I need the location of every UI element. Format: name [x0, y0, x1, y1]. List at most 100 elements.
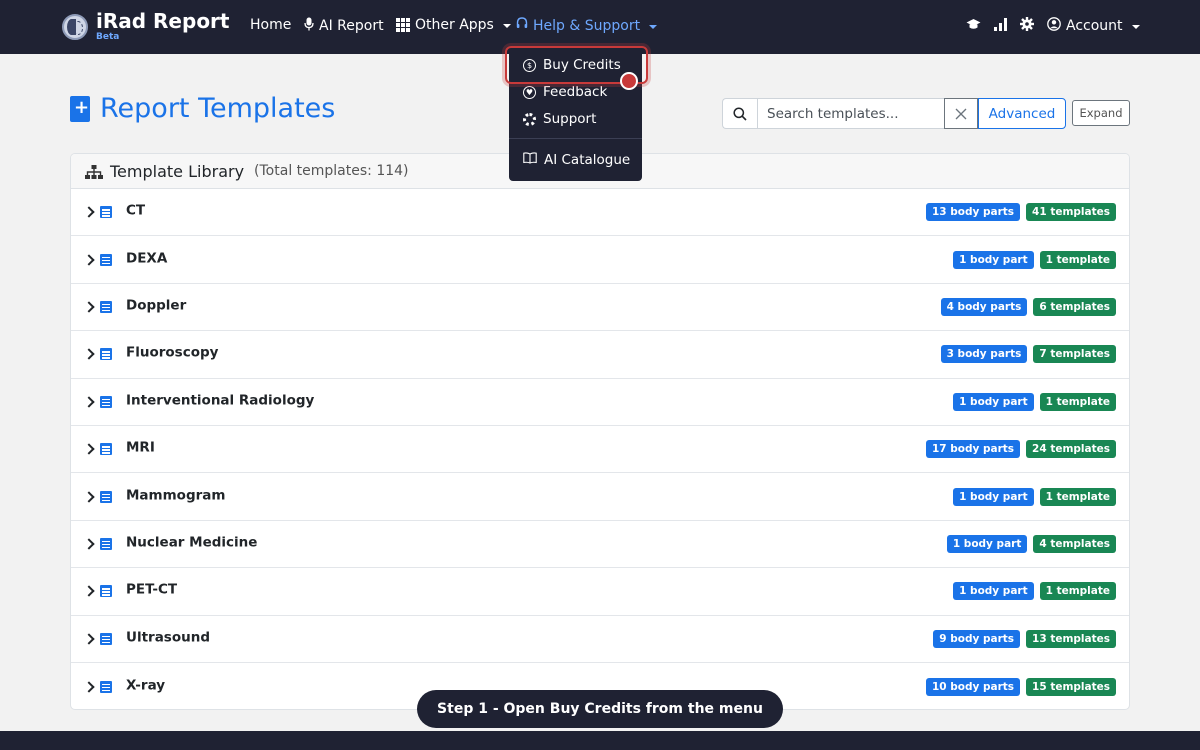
body-parts-badge: 1 body part — [953, 487, 1034, 506]
body-parts-badge: 1 body part — [953, 250, 1034, 269]
table-row[interactable]: Nuclear Medicine 1 body part 4 templates — [71, 521, 1129, 569]
chat-heart-icon: ♥ — [523, 85, 536, 99]
modality-label: Fluoroscopy — [126, 344, 219, 361]
chevron-right-icon[interactable] — [83, 490, 95, 503]
table-row[interactable]: Fluoroscopy 3 body parts 7 templates — [71, 331, 1129, 379]
table-row[interactable]: Mammogram 1 body part 1 template — [71, 473, 1129, 521]
templates-badge: 7 templates — [1033, 345, 1116, 364]
menu-item-support[interactable]: Support — [523, 111, 596, 127]
signal-bars-icon[interactable] — [994, 17, 1007, 35]
modality-icon — [100, 680, 112, 693]
templates-badge: 15 templates — [1026, 677, 1116, 696]
account-menu[interactable]: Account — [1047, 17, 1140, 35]
brain-logo-icon — [62, 14, 88, 40]
templates-badge: 1 template — [1039, 392, 1116, 411]
menu-item-ai-catalogue[interactable]: AI Catalogue — [523, 152, 630, 168]
modality-icon — [100, 395, 112, 408]
modality-label: Nuclear Medicine — [126, 534, 258, 551]
nav-ai-report[interactable]: AI Report — [304, 17, 384, 35]
chevron-right-icon[interactable] — [83, 206, 95, 218]
body-parts-badge: 9 body parts — [933, 629, 1021, 648]
table-row[interactable]: DEXA 1 body part 1 template — [71, 236, 1129, 284]
chevron-down-icon — [502, 24, 511, 28]
modality-label: Mammogram — [126, 486, 226, 503]
table-row[interactable]: PET-CT 1 body part 1 template — [71, 568, 1129, 616]
search-icon — [722, 98, 757, 129]
body-parts-badge: 1 body part — [946, 534, 1028, 553]
modality-label: Doppler — [126, 297, 187, 314]
menu-divider — [509, 138, 642, 139]
grid-icon — [396, 18, 410, 32]
modality-label: Interventional Radiology — [126, 392, 315, 409]
chevron-right-icon[interactable] — [83, 348, 95, 361]
search-input[interactable] — [757, 98, 944, 129]
sitemap-icon — [85, 164, 103, 179]
nav-other-apps-label: Other Apps — [415, 17, 494, 33]
nav-help-support-label: Help & Support — [533, 17, 641, 34]
menu-item-feedback[interactable]: ♥ Feedback — [523, 84, 607, 100]
modality-icon — [100, 490, 112, 503]
menu-item-label: Support — [543, 111, 597, 127]
modality-label: Ultrasound — [126, 629, 211, 646]
tutorial-pointer — [620, 72, 638, 90]
table-row[interactable]: MRI 17 body parts 24 templates — [71, 426, 1129, 474]
modality-icon — [100, 348, 112, 361]
total-templates: (Total templates: 114) — [254, 163, 409, 179]
templates-badge: 41 templates — [1026, 203, 1116, 222]
footer-bar — [0, 731, 1200, 750]
book-icon — [523, 152, 537, 168]
menu-item-label: Feedback — [543, 84, 608, 100]
modality-icon — [100, 632, 112, 645]
modality-label: X-ray — [126, 676, 166, 693]
body-parts-badge: 13 body parts — [925, 203, 1021, 222]
table-row[interactable]: Ultrasound 9 body parts 13 templates — [71, 616, 1129, 663]
chevron-down-icon — [1131, 25, 1140, 29]
brand[interactable]: iRad Report Beta — [62, 9, 229, 42]
chevron-right-icon[interactable] — [83, 538, 95, 550]
table-row[interactable]: Interventional Radiology 1 body part 1 tem… — [71, 379, 1129, 426]
templates-badge: 13 templates — [1026, 629, 1116, 648]
modality-label: CT — [126, 202, 146, 219]
body-parts-badge: 3 body parts — [940, 345, 1028, 364]
templates-badge: 1 template — [1039, 250, 1116, 269]
table-row[interactable]: CT 13 body parts 41 templates — [71, 189, 1129, 237]
user-circle-icon — [1047, 17, 1061, 35]
nav-ai-report-label: AI Report — [319, 18, 384, 34]
headset-icon — [516, 17, 528, 34]
chevron-right-icon[interactable] — [83, 680, 95, 693]
expand-button[interactable]: Expand — [1072, 100, 1130, 126]
chevron-right-icon[interactable] — [83, 443, 95, 455]
search-group: Advanced — [722, 98, 1066, 129]
modality-list: CT 13 body parts 41 templates DEXA 1 body pa… — [71, 189, 1129, 709]
chevron-right-icon[interactable] — [83, 396, 95, 408]
body-parts-badge: 1 body part — [953, 392, 1034, 411]
gear-icon[interactable] — [1020, 17, 1034, 35]
chevron-right-icon[interactable] — [83, 301, 95, 313]
nav-home[interactable]: Home — [250, 17, 291, 33]
modality-icon — [100, 300, 112, 313]
graduation-cap-icon[interactable] — [966, 17, 981, 35]
tutorial-step-banner: Step 1 - Open Buy Credits from the menu — [417, 690, 783, 728]
chevron-right-icon[interactable] — [83, 633, 95, 645]
microphone-icon — [304, 17, 314, 35]
card-title: Template Library — [110, 161, 245, 181]
table-row[interactable]: Doppler 4 body parts 6 templates — [71, 284, 1129, 332]
chevron-right-icon[interactable] — [83, 585, 95, 597]
page-title: Report Templates — [70, 93, 335, 124]
template-library-card: Template Library (Total templates: 114) … — [70, 153, 1130, 710]
nav-other-apps[interactable]: Other Apps — [396, 17, 511, 33]
modality-label: MRI — [126, 439, 155, 456]
modality-label: DEXA — [126, 249, 168, 266]
modality-label: PET-CT — [126, 581, 178, 598]
templates-badge: 1 template — [1039, 487, 1116, 506]
nav-help-support[interactable]: Help & Support — [516, 17, 658, 34]
advanced-search-button[interactable]: Advanced — [978, 98, 1066, 129]
modality-icon — [100, 253, 112, 266]
account-label: Account — [1066, 18, 1123, 34]
lifebuoy-icon — [523, 112, 536, 126]
chevron-right-icon[interactable] — [83, 253, 95, 266]
clear-search-button[interactable] — [944, 98, 978, 129]
modality-icon — [100, 206, 112, 219]
body-parts-badge: 4 body parts — [940, 297, 1028, 316]
modality-icon — [100, 585, 112, 598]
